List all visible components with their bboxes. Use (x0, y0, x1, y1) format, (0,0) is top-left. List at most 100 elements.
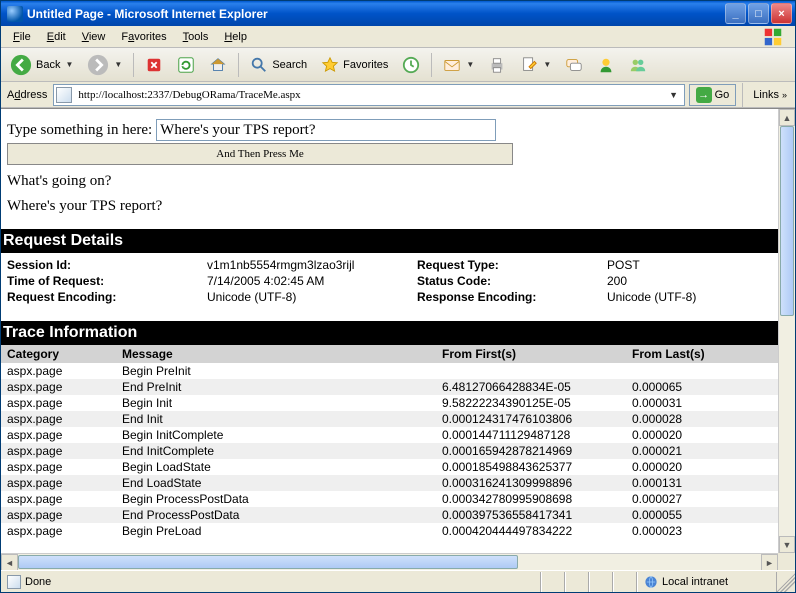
trace-row: aspx.pageBegin PreLoad0.0004204444978342… (1, 523, 778, 539)
menu-edit[interactable]: Edit (39, 29, 74, 45)
trace-cell-first: 9.58222234390125E-05 (436, 395, 626, 411)
scroll-down-icon[interactable]: ▼ (779, 536, 795, 553)
trace-cell-last: 0.000021 (626, 443, 778, 459)
trace-cell-cat: aspx.page (1, 411, 116, 427)
zone-label: Local intranet (662, 576, 728, 588)
value-request-type: POST (601, 257, 778, 273)
statusbar: Done Local intranet (1, 570, 795, 592)
trace-row: aspx.pageBegin ProcessPostData0.00034278… (1, 491, 778, 507)
scroll-right-icon[interactable]: ► (761, 554, 778, 570)
maximize-button[interactable]: □ (748, 3, 769, 24)
titlebar[interactable]: Untitled Page - Microsoft Internet Explo… (1, 1, 795, 26)
trace-cell-msg: Begin PreLoad (116, 523, 436, 539)
menu-tools[interactable]: Tools (175, 29, 217, 45)
print-button[interactable] (483, 52, 511, 78)
menu-favorites[interactable]: Favorites (113, 29, 174, 45)
trace-cell-last: 0.000020 (626, 459, 778, 475)
back-dropdown-icon[interactable]: ▼ (65, 60, 73, 69)
minimize-button[interactable]: _ (725, 3, 746, 24)
request-details-grid: Session Id: v1m1nb5554rmgm3lzao3rijl Req… (1, 253, 778, 307)
scroll-left-icon[interactable]: ◄ (1, 554, 18, 570)
edit-icon (520, 56, 538, 74)
forward-dropdown-icon[interactable]: ▼ (114, 60, 122, 69)
status-main: Done (1, 572, 541, 592)
menu-view[interactable]: View (74, 29, 114, 45)
vertical-scrollbar[interactable]: ▲ ▼ (778, 109, 795, 553)
label-req-encoding: Request Encoding: (1, 289, 201, 305)
address-label: Address (5, 89, 49, 101)
scroll-thumb-horizontal[interactable] (18, 555, 518, 569)
messenger-button[interactable] (592, 52, 620, 78)
status-cell-3 (589, 572, 613, 592)
scroll-thumb-vertical[interactable] (780, 126, 794, 316)
links-button[interactable]: Links » (749, 89, 791, 101)
trace-row: aspx.pageEnd PreInit6.48127066428834E-05… (1, 379, 778, 395)
trace-cell-first: 0.000165942878214969 (436, 443, 626, 459)
address-dropdown-icon[interactable]: ▼ (666, 90, 682, 100)
history-button[interactable] (397, 52, 425, 78)
refresh-button[interactable] (172, 52, 200, 78)
trace-cell-last: 0.000028 (626, 411, 778, 427)
mail-dropdown-icon[interactable]: ▼ (466, 60, 474, 69)
trace-cell-first: 0.000144711129487128 (436, 427, 626, 443)
trace-cell-msg: Begin PreInit (116, 363, 436, 379)
trace-cell-first: 0.000316241309998896 (436, 475, 626, 491)
menu-file[interactable]: File (5, 29, 39, 45)
people-icon (629, 56, 647, 74)
address-input[interactable] (76, 88, 665, 102)
horizontal-scrollbar[interactable]: ◄ ► (1, 553, 778, 570)
trace-cell-cat: aspx.page (1, 507, 116, 523)
trace-cell-first: 0.000124317476103806 (436, 411, 626, 427)
address-box[interactable]: ▼ (53, 84, 684, 106)
menu-help[interactable]: Help (216, 29, 255, 45)
toolbar: Back ▼ ▼ Search Favorites (1, 48, 795, 82)
close-button[interactable]: × (771, 3, 792, 24)
scroll-up-icon[interactable]: ▲ (779, 109, 795, 126)
label-status-code: Status Code: (411, 273, 601, 289)
trace-cell-first: 0.000420444497834222 (436, 523, 626, 539)
ie-logo-icon (755, 27, 791, 47)
stop-button[interactable] (140, 52, 168, 78)
resize-grip[interactable] (777, 572, 795, 592)
status-text: Done (25, 576, 51, 588)
home-button[interactable] (204, 52, 232, 78)
col-message: Message (116, 345, 436, 363)
back-button[interactable]: Back ▼ (5, 52, 78, 78)
status-cell-4 (613, 572, 637, 592)
messenger-icon (597, 56, 615, 74)
label-time: Time of Request: (1, 273, 201, 289)
status-cell-2 (565, 572, 589, 592)
value-time: 7/14/2005 4:02:45 AM (201, 273, 411, 289)
people-button[interactable] (624, 52, 652, 78)
trace-cell-cat: aspx.page (1, 395, 116, 411)
search-button[interactable]: Search (245, 52, 312, 78)
go-label: Go (715, 89, 730, 101)
trace-cell-first: 6.48127066428834E-05 (436, 379, 626, 395)
back-label: Back (36, 59, 60, 71)
ie-page-icon (7, 6, 23, 22)
trace-cell-last: 0.000023 (626, 523, 778, 539)
trace-body: aspx.pageBegin PreInitaspx.pageEnd PreIn… (7, 363, 772, 539)
trace-row: aspx.pageBegin Init9.58222234390125E-050… (1, 395, 778, 411)
search-icon (250, 56, 268, 74)
mail-button[interactable]: ▼ (438, 52, 479, 78)
edit-dropdown-icon[interactable]: ▼ (543, 60, 551, 69)
history-icon (402, 56, 420, 74)
go-button[interactable]: → Go (689, 84, 737, 106)
page-status-icon (7, 575, 21, 589)
trace-cell-cat: aspx.page (1, 491, 116, 507)
refresh-icon (177, 56, 195, 74)
content-area: Type something in here: And Then Press M… (1, 108, 795, 570)
label-request-type: Request Type: (411, 257, 601, 273)
forward-button[interactable]: ▼ (82, 52, 127, 78)
trace-heading: Trace Information (1, 321, 778, 345)
discuss-button[interactable] (560, 52, 588, 78)
text-input[interactable] (156, 119, 496, 141)
submit-button[interactable]: And Then Press Me (7, 143, 513, 165)
trace-cell-cat: aspx.page (1, 363, 116, 379)
trace-cell-last: 0.000131 (626, 475, 778, 491)
trace-row: aspx.pageEnd Init0.0001243174761038060.0… (1, 411, 778, 427)
edit-button[interactable]: ▼ (515, 52, 556, 78)
trace-cell-last (626, 363, 778, 379)
favorites-button[interactable]: Favorites (316, 52, 393, 78)
